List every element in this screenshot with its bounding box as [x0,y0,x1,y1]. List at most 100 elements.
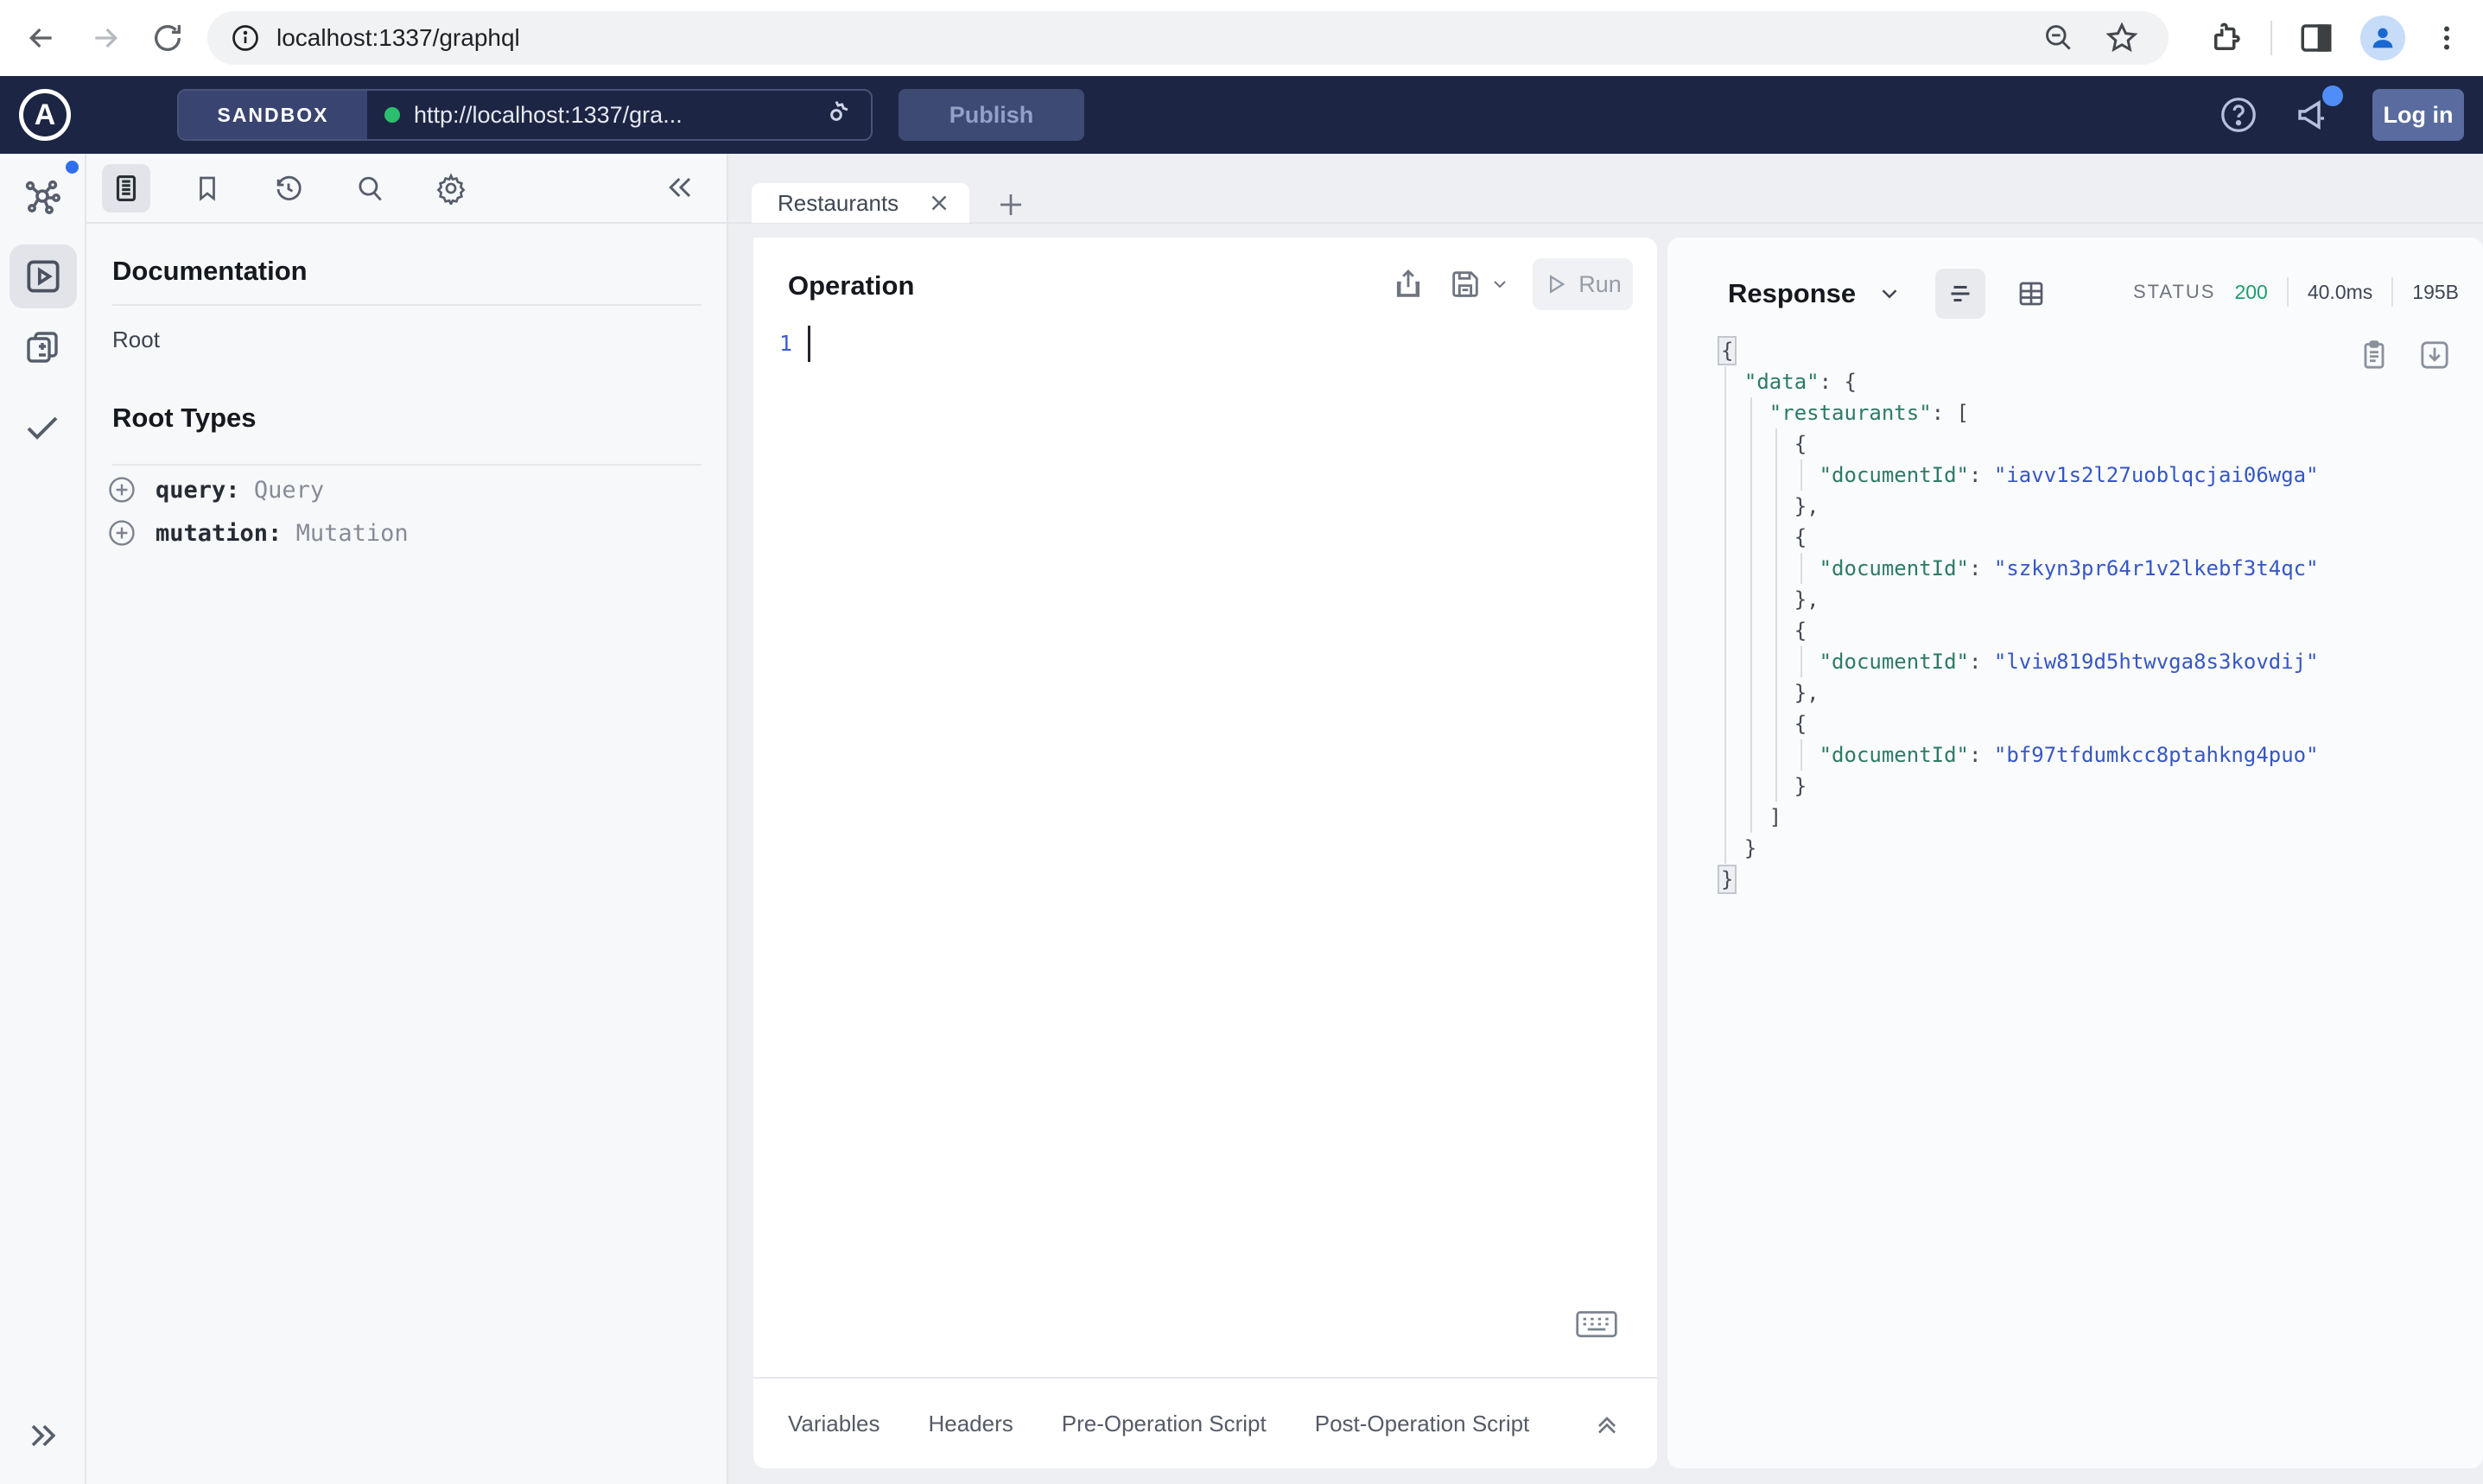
search-button[interactable] [346,164,394,212]
response-json-line: "data": { [1743,370,1857,394]
help-icon[interactable] [2219,95,2258,135]
extensions-icon[interactable] [2208,20,2245,56]
tab-post-operation-script[interactable]: Post-Operation Script [1315,1411,1530,1437]
meta-separator [2391,277,2394,307]
back-icon [29,28,52,48]
keyboard-icon [1576,1310,1617,1338]
rail-explorer-button[interactable] [10,244,77,308]
rail-expand-button[interactable] [23,1417,61,1455]
double-chevron-left-icon [669,177,691,198]
publish-button[interactable]: Publish [899,89,1084,141]
zoom-indicator-icon[interactable] [2042,22,2075,54]
history-button[interactable] [264,164,313,212]
tab-headers[interactable]: Headers [928,1411,1013,1437]
raw-view-toggle[interactable] [1935,269,1986,319]
query-field-name[interactable]: query: [156,477,240,504]
login-button[interactable]: Log in [2372,89,2464,141]
explorer-settings-button[interactable] [427,164,475,212]
mutation-field-type[interactable]: Mutation [296,520,409,547]
response-menu-chevron-icon[interactable] [1877,281,1902,307]
tab-pre-operation-script[interactable]: Pre-Operation Script [1062,1411,1267,1437]
run-button[interactable]: Run [1533,258,1633,310]
collapse-footer-button[interactable] [1591,1408,1623,1439]
docs-tab-button[interactable] [102,163,150,212]
run-play-icon [1550,275,1565,294]
endpoint-url-text[interactable]: http://localhost:1337/gra... [414,102,683,129]
response-time: 40.0ms [2307,280,2373,303]
status-label: STATUS [2132,281,2216,302]
collapse-panel-button[interactable] [659,166,702,209]
browser-chrome: localhost:1337/graphql [0,0,2483,76]
endpoint-url-field[interactable]: http://localhost:1337/gra... [367,91,871,139]
search-icon [359,176,382,200]
root-link[interactable]: Root [112,327,160,353]
mutation-type-row[interactable]: mutation: Mutation [107,518,409,548]
double-chevron-right-icon [31,1424,56,1447]
response-json-line: "documentId": "bf97tfdumkcc8ptahkng4puo" [1819,743,2319,767]
plus-icon [1000,194,1021,215]
response-json-line: { [1717,336,1737,365]
new-tab-button[interactable] [992,187,1030,222]
tab-label[interactable]: Restaurants [778,190,926,217]
browser-menu-icon[interactable] [2431,22,2462,54]
documentation-panel: Documentation Root Root Types query: Que… [86,154,728,1484]
gear-icon [436,172,466,205]
meta-separator [2286,277,2289,307]
apollo-logo: A [19,89,71,141]
rail-checks-button[interactable] [22,406,63,447]
site-info-icon[interactable] [230,22,261,54]
schema-notification-dot [66,161,79,174]
response-json-line: { [1719,618,1807,643]
table-grid-icon [2019,282,2043,306]
history-clock-icon [276,175,302,200]
response-title: Response [1728,278,1857,308]
chevron-down-icon[interactable] [1489,274,1510,295]
documentation-title: Documentation [112,256,308,286]
documentation-icon [116,174,137,201]
apollo-logo-letter: A [34,98,56,131]
response-json-line: } [1719,774,1807,798]
response-json-line: "documentId": "iavv1s2l27uoblqcjai06wga" [1819,463,2319,487]
tab-variables[interactable]: Variables [788,1411,880,1437]
response-json-line: }, [1719,494,1819,518]
left-rail [0,154,86,1484]
copy-response-icon[interactable] [2357,338,2391,372]
mutation-field-name[interactable]: mutation: [156,520,282,547]
reload-button[interactable] [147,17,188,59]
explorer-play-icon [27,260,60,293]
announcements-button[interactable] [2295,86,2343,136]
back-button[interactable] [21,17,62,59]
workspace-divider [86,222,2483,224]
operation-footer: Variables Headers Pre-Operation Script P… [753,1377,1657,1468]
connection-settings-gear-icon[interactable] [819,98,854,132]
query-field-type[interactable]: Query [254,477,324,504]
response-json-line: "restaurants": [ [1769,401,1969,425]
download-response-icon[interactable] [2417,338,2452,372]
schema-graph-icon [25,180,60,214]
plus-circle-icon[interactable] [107,518,137,548]
sandbox-badge: SANDBOX [179,91,367,139]
response-json: { "data": { "restaurants": [ { "document… [1717,335,2319,895]
side-panel-icon[interactable] [2298,20,2334,56]
table-view-toggle[interactable] [2006,269,2056,319]
query-type-row[interactable]: query: Query [107,475,324,504]
address-bar[interactable]: localhost:1337/graphql [207,11,2169,65]
url-text[interactable]: localhost:1337/graphql [276,24,2042,52]
operation-tab-restaurants[interactable]: Restaurants [752,183,969,223]
forward-button[interactable] [85,17,126,59]
close-tab-icon[interactable] [926,190,952,216]
save-icon[interactable] [1448,267,1483,301]
operation-editor[interactable] [805,320,1640,1244]
rail-changelog-button[interactable] [22,327,63,368]
saved-operations-button[interactable] [183,164,232,212]
bookmark-star-icon[interactable] [2105,21,2139,55]
root-types-title: Root Types [112,403,257,433]
share-icon[interactable] [1391,267,1426,301]
toolbar-separator [2270,21,2272,55]
endpoint-group: SANDBOX http://localhost:1337/gra... [177,89,873,141]
plus-circle-icon[interactable] [107,475,137,504]
status-code: 200 [2234,280,2268,303]
rail-schema-button[interactable] [22,177,63,219]
keyboard-shortcuts-button[interactable] [1576,1310,1617,1339]
profile-avatar[interactable] [2360,16,2405,60]
